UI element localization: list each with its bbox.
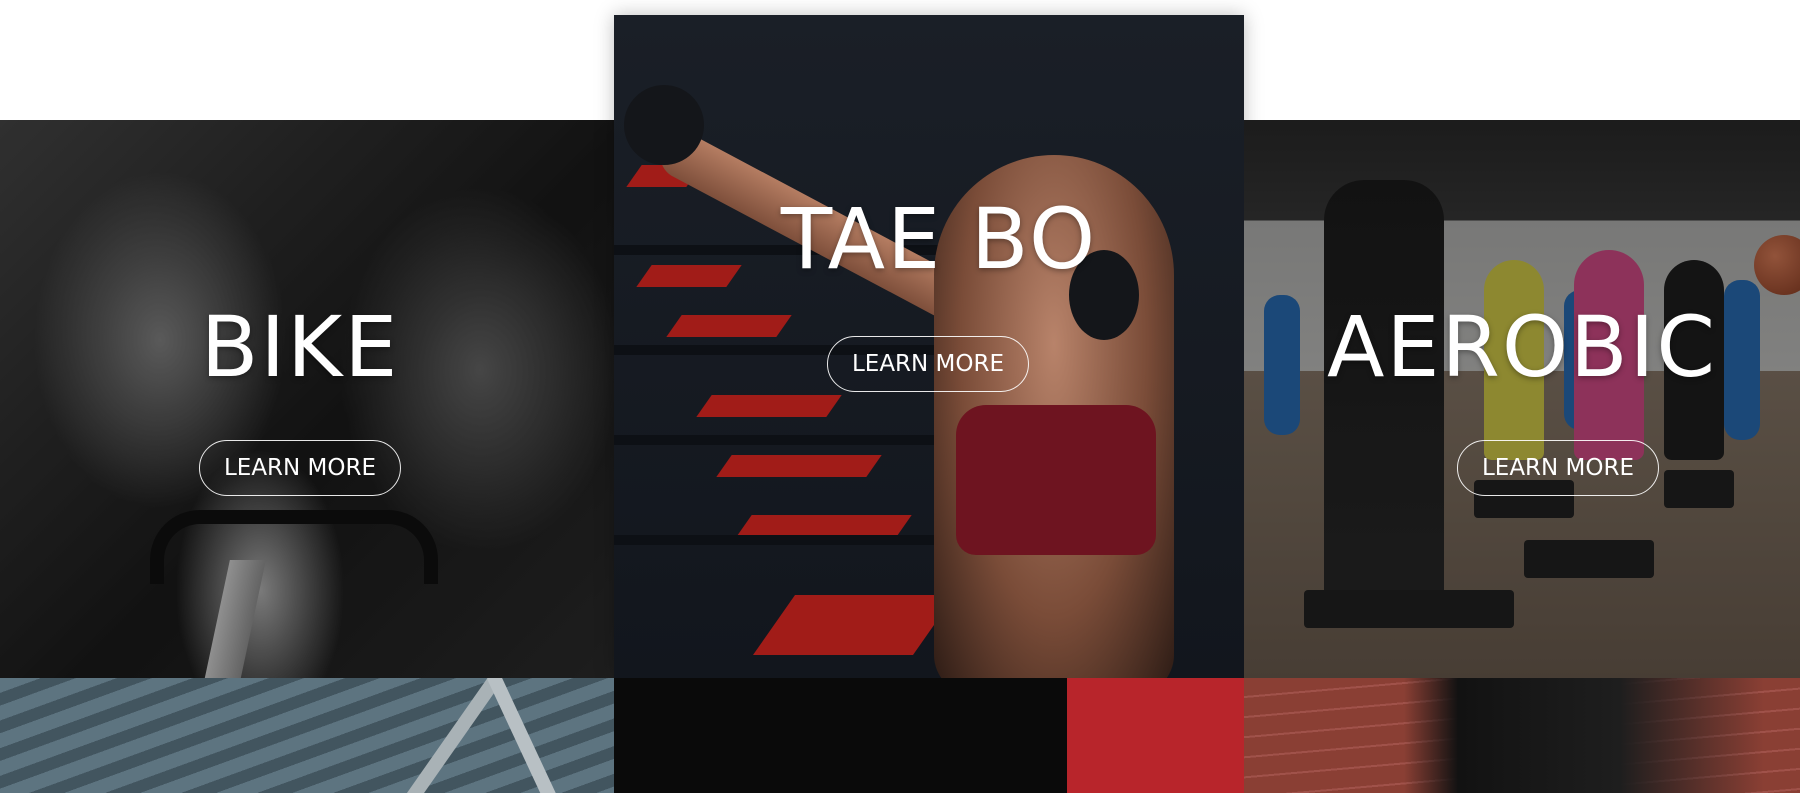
- next-row-card-middle[interactable]: [614, 678, 1244, 793]
- ceiling-beam-image-detail: [486, 678, 568, 793]
- decor-stripe: [666, 315, 792, 337]
- image-overlay: [0, 120, 614, 678]
- decor-stripe: [736, 515, 912, 537]
- decor-stripe: [696, 395, 842, 417]
- aerobic-learn-more-button[interactable]: LEARN MORE: [1456, 440, 1660, 496]
- bike-learn-more-button[interactable]: LEARN MORE: [198, 440, 402, 496]
- decor-stripe: [716, 455, 882, 477]
- aerobic-class-card[interactable]: AEROBIC LEARN MORE: [1244, 120, 1800, 678]
- boxer-top-image-detail: [956, 405, 1156, 555]
- next-row-card-right[interactable]: [1244, 678, 1800, 793]
- bike-title: BIKE: [200, 298, 400, 396]
- boxing-glove-icon: [624, 85, 704, 165]
- next-row-card-left[interactable]: [0, 678, 614, 793]
- tae-bo-class-card[interactable]: TAE BO LEARN MORE: [614, 15, 1244, 678]
- image-overlay: [1244, 120, 1800, 678]
- decor-stripe: [752, 595, 956, 655]
- red-panel-image-detail: [1067, 678, 1244, 793]
- aerobic-title: AEROBIC: [1326, 298, 1718, 396]
- ceiling-beam-image-detail: [395, 678, 499, 793]
- tae-bo-learn-more-button[interactable]: LEARN MORE: [826, 336, 1030, 392]
- bike-class-card[interactable]: BIKE LEARN MORE: [0, 120, 614, 678]
- runner-legs-image-detail: [1404, 678, 1764, 793]
- tae-bo-title: TAE BO: [780, 190, 1098, 288]
